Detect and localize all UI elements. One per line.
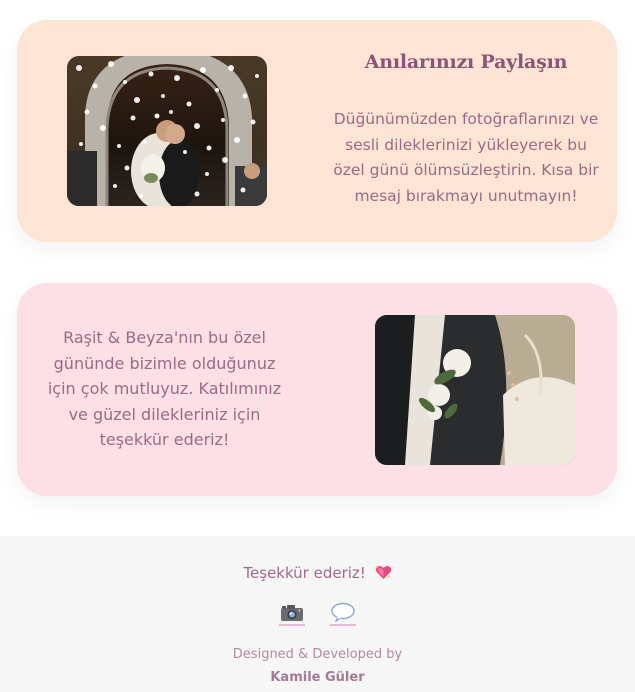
memories-title: Anılarınızı Paylaşın	[364, 51, 568, 73]
boutonniere-photo	[375, 315, 575, 465]
thanks-message: Raşit & Beyza'nın bu özel gününde biziml…	[47, 328, 282, 449]
page: Anılarınızı Paylaşın Düğünümüzden fotoğr…	[0, 0, 635, 692]
footer-links	[0, 602, 635, 630]
wedding-petals-photo	[67, 56, 267, 206]
memories-text: Düğünümüzden fotoğraflarınızı ve sesli d…	[333, 110, 599, 205]
footer-thanks: Teşekkür ederiz!	[0, 564, 635, 582]
memories-card: Anılarınızı Paylaşın Düğünümüzden fotoğr…	[17, 20, 617, 242]
footer-thanks-text: Teşekkür ederiz!	[243, 564, 366, 582]
thanks-card: Raşit & Beyza'nın bu özel gününde biziml…	[17, 283, 617, 496]
designed-by-label: Designed & Developed by	[232, 647, 403, 662]
sparkling-heart-icon	[374, 565, 392, 580]
speech-bubble-icon	[331, 602, 355, 622]
author-name: Kamile Güler	[270, 670, 365, 685]
camera-icon	[280, 605, 303, 621]
message-link[interactable]	[330, 602, 357, 626]
camera-link[interactable]	[278, 602, 305, 626]
footer: Teşekkür ederiz! Designed & Developed by…	[0, 536, 635, 692]
